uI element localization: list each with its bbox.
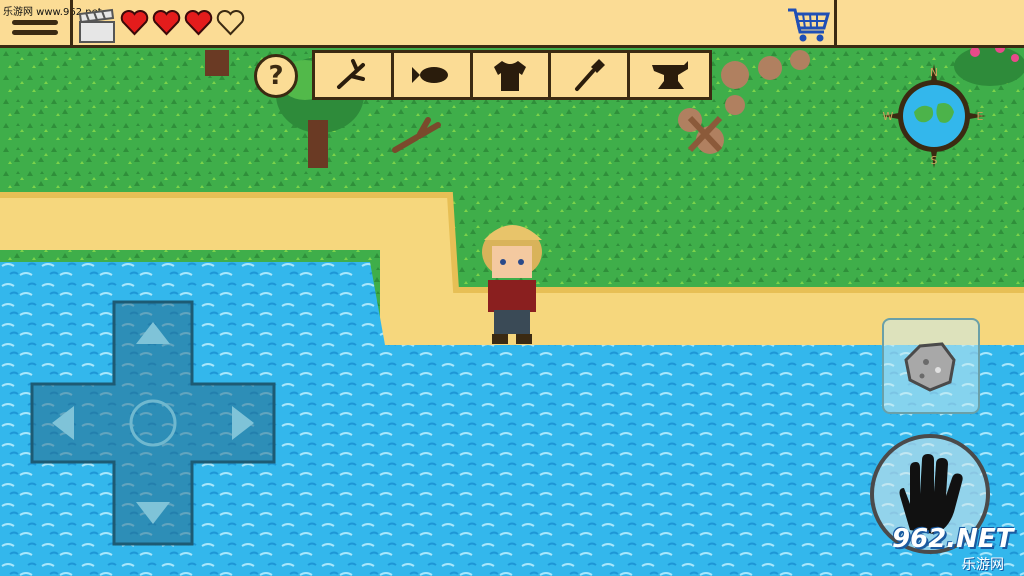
tree-trunk — [205, 50, 229, 76]
craft-tab-tools[interactable] — [551, 53, 631, 97]
shopping-cart-icon[interactable] — [786, 6, 832, 44]
branch-icon — [336, 59, 365, 89]
crafting-toolbar — [312, 50, 712, 100]
watermark-brand: 962.NET — [892, 524, 1014, 554]
compass-north-label: N — [930, 66, 938, 79]
use-item-button[interactable] — [882, 318, 980, 414]
clapperboard-icon[interactable] — [78, 8, 116, 44]
heart-full-icon — [184, 10, 213, 36]
craft-tab-fish[interactable] — [394, 53, 473, 97]
shirt-icon — [494, 61, 527, 91]
stone-icon — [904, 342, 956, 392]
top-hud-bar: 乐游网 www.962.net — [0, 0, 1024, 48]
help-button[interactable]: ? — [254, 54, 298, 98]
anvil-icon — [651, 61, 688, 89]
fish-icon — [411, 67, 448, 83]
watermark-subtext: 乐游网 — [962, 557, 1004, 573]
watermark-logo: 962.NET 乐游网 — [892, 524, 1022, 574]
health-hearts — [120, 10, 245, 38]
compass-west-label: W — [883, 110, 894, 123]
craft-tab-smithing[interactable] — [630, 53, 709, 97]
compass-east-label: E — [977, 110, 984, 123]
hamburger-menu-icon[interactable] — [12, 20, 58, 42]
directional-pad — [30, 300, 276, 546]
craft-tab-branch[interactable] — [315, 53, 394, 97]
shovel-icon — [575, 59, 606, 91]
compass-minimap[interactable]: N E S W — [880, 62, 988, 170]
compass-south-label: S — [931, 154, 938, 167]
heart-full-icon — [120, 10, 149, 36]
craft-tab-clothing[interactable] — [473, 53, 552, 97]
divider — [834, 0, 837, 48]
heart-full-icon — [152, 10, 181, 36]
divider — [70, 0, 73, 48]
heart-empty-icon — [216, 10, 245, 36]
